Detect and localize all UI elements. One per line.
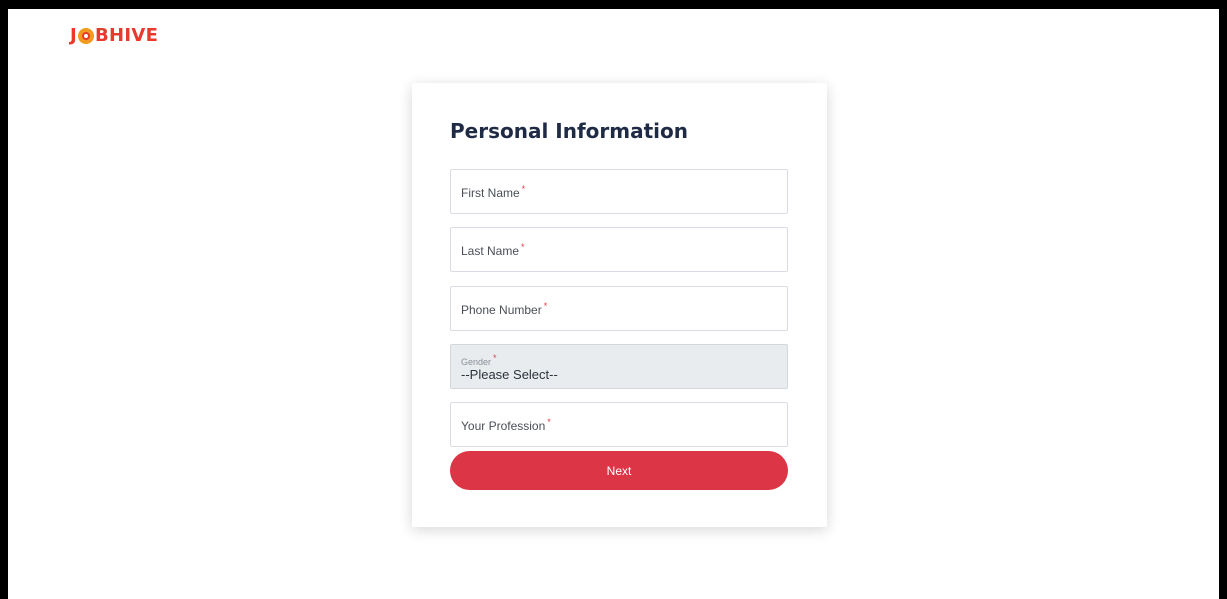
page-title: Personal Information — [450, 119, 688, 143]
phone-number-label-text: Phone Number — [461, 303, 542, 317]
required-marker: * — [543, 301, 548, 311]
gender-label: Gender * — [461, 353, 497, 367]
first-name-label: First Name * — [461, 184, 525, 200]
first-name-field[interactable]: First Name * — [450, 169, 788, 214]
logo-text-j: J — [70, 25, 77, 46]
gender-select[interactable]: Gender * --Please Select-- — [450, 344, 788, 389]
gender-label-text: Gender — [461, 357, 492, 367]
required-marker: * — [493, 353, 497, 363]
required-marker: * — [547, 417, 551, 427]
profession-label-text: Your Profession — [461, 419, 546, 433]
profession-label: Your Profession * — [461, 417, 551, 433]
next-button[interactable]: Next — [450, 451, 788, 490]
required-marker: * — [521, 184, 526, 194]
jobhive-logo[interactable]: J BHIVE — [70, 24, 158, 48]
last-name-field[interactable]: Last Name * — [450, 227, 788, 272]
first-name-label-text: First Name — [461, 186, 520, 200]
required-marker: * — [521, 242, 525, 252]
target-bulb-icon — [78, 28, 94, 44]
phone-number-label: Phone Number * — [461, 301, 547, 317]
last-name-label-text: Last Name — [461, 244, 520, 258]
profession-field[interactable]: Your Profession * — [450, 402, 788, 447]
personal-info-card: Personal Information First Name * Last Na… — [412, 83, 827, 527]
logo-text-bhive: BHIVE — [95, 25, 159, 46]
phone-number-field[interactable]: Phone Number * — [450, 286, 788, 331]
page: J BHIVE Personal Information First Name *… — [8, 9, 1219, 599]
gender-selected-value: --Please Select-- — [461, 367, 558, 382]
last-name-label: Last Name * — [461, 242, 525, 258]
